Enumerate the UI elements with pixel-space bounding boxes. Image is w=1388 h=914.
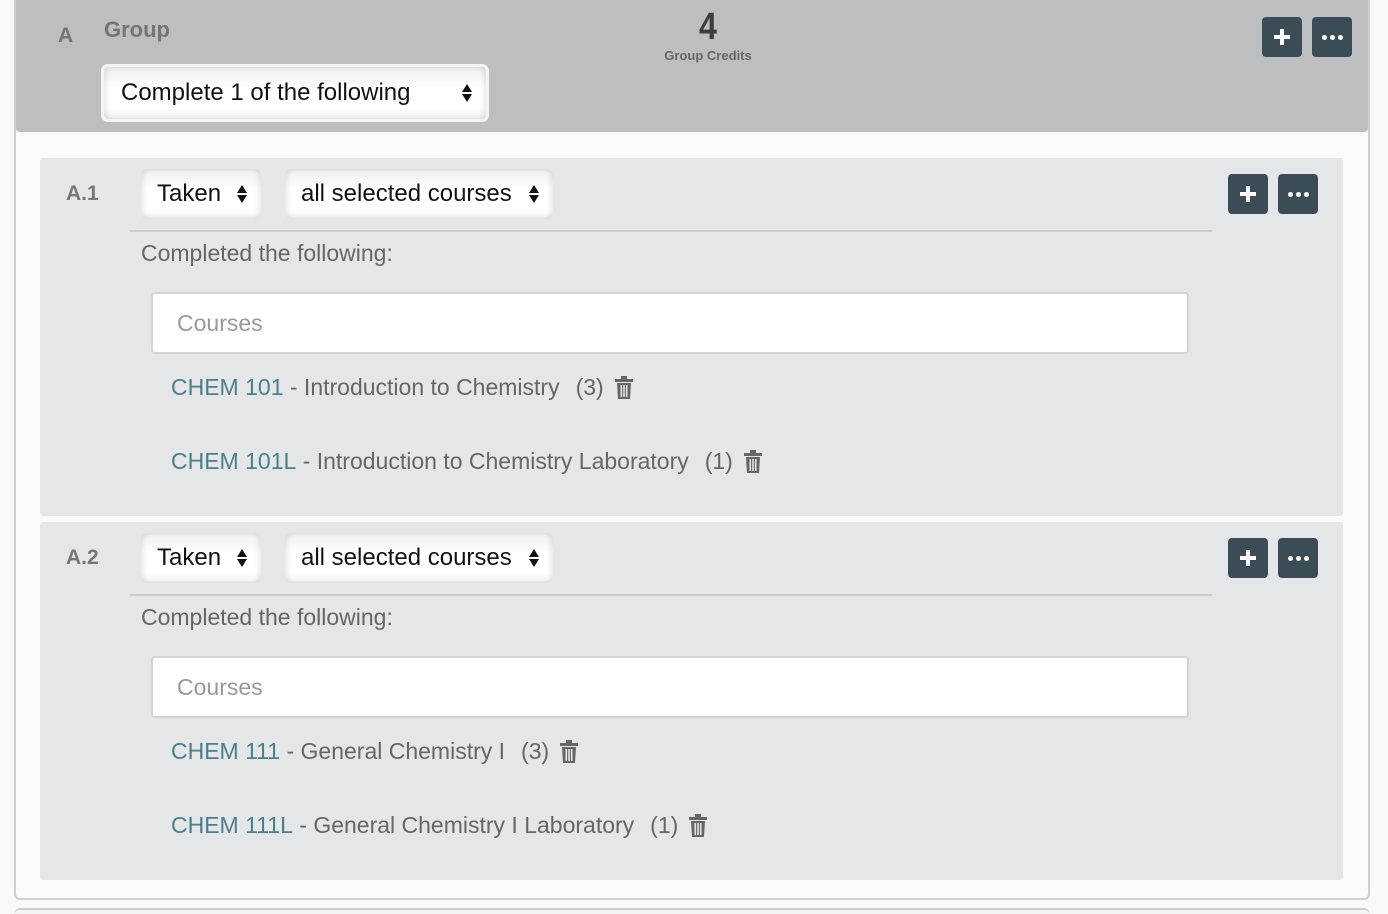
- rule-more-button[interactable]: [1278, 538, 1318, 578]
- group-requirement-value: Complete 1 of the following: [121, 79, 411, 106]
- status-select[interactable]: Taken: [140, 532, 262, 584]
- rule-add-button[interactable]: [1228, 174, 1268, 214]
- course-title: - Introduction to Chemistry Laboratory: [296, 448, 689, 474]
- course-item: CHEM 111 - General Chemistry I (3): [171, 738, 579, 765]
- rule-label: A.1: [66, 182, 99, 205]
- course-title: - Introduction to Chemistry: [283, 374, 560, 400]
- scope-select-value: all selected courses: [301, 544, 512, 571]
- status-select[interactable]: Taken: [140, 168, 262, 220]
- status-select-value: Taken: [157, 544, 222, 571]
- group-requirement-select[interactable]: Complete 1 of the following: [101, 64, 489, 122]
- scope-select[interactable]: all selected courses: [284, 532, 554, 584]
- sort-arrows-icon: [237, 549, 247, 567]
- rule-more-button[interactable]: [1278, 174, 1318, 214]
- scope-select[interactable]: all selected courses: [284, 168, 554, 220]
- group-header: A Group Complete 1 of the following 4 Gr…: [16, 0, 1368, 132]
- ellipsis-icon: [1287, 555, 1309, 561]
- sort-arrows-icon: [529, 185, 539, 203]
- plus-icon: [1240, 550, 1256, 566]
- trash-icon[interactable]: [688, 813, 708, 838]
- courses-input[interactable]: [151, 656, 1189, 718]
- group-letter: A: [58, 24, 74, 47]
- group-credits-value: 4: [699, 6, 717, 48]
- plus-icon: [1240, 186, 1256, 202]
- course-item: CHEM 111L - General Chemistry I Laborato…: [171, 812, 708, 839]
- sort-arrows-icon: [462, 84, 472, 102]
- sort-arrows-icon: [237, 185, 247, 203]
- course-code-link[interactable]: CHEM 111: [171, 738, 280, 765]
- trash-icon[interactable]: [559, 739, 579, 764]
- group-add-button[interactable]: [1262, 17, 1302, 57]
- course-code-link[interactable]: CHEM 111L: [171, 812, 293, 839]
- trash-icon[interactable]: [614, 375, 634, 400]
- course-credits: (3): [575, 374, 604, 400]
- courses-input[interactable]: [151, 292, 1189, 354]
- sort-arrows-icon: [529, 549, 539, 567]
- course-code-link[interactable]: CHEM 101L: [171, 448, 296, 475]
- group-credits-label: Group Credits: [664, 48, 752, 63]
- scope-select-value: all selected courses: [301, 180, 512, 207]
- course-item: CHEM 101L - Introduction to Chemistry La…: [171, 448, 763, 475]
- group-title: Group: [104, 17, 170, 42]
- group-more-button[interactable]: [1312, 17, 1352, 57]
- completed-label: Completed the following:: [141, 240, 393, 266]
- divider: [130, 594, 1212, 596]
- rule-a2: A.2 Taken all selected courses Completed…: [40, 522, 1343, 880]
- course-credits: (1): [650, 812, 679, 838]
- course-code-link[interactable]: CHEM 101: [171, 374, 283, 401]
- rule-add-button[interactable]: [1228, 538, 1268, 578]
- course-credits: (1): [704, 448, 733, 474]
- ellipsis-icon: [1287, 191, 1309, 197]
- next-group-edge: [14, 908, 1370, 914]
- course-credits: (3): [521, 738, 550, 764]
- status-select-value: Taken: [157, 180, 222, 207]
- course-title: - General Chemistry I Laboratory: [292, 812, 635, 838]
- completed-label: Completed the following:: [141, 604, 393, 630]
- plus-icon: [1274, 29, 1290, 45]
- rule-a1: A.1 Taken all selected courses Completed…: [40, 158, 1343, 516]
- divider: [130, 230, 1212, 232]
- ellipsis-icon: [1321, 34, 1343, 40]
- course-item: CHEM 101 - Introduction to Chemistry (3): [171, 374, 634, 401]
- course-title: - General Chemistry I: [280, 738, 506, 764]
- rule-label: A.2: [66, 546, 99, 569]
- trash-icon[interactable]: [743, 449, 763, 474]
